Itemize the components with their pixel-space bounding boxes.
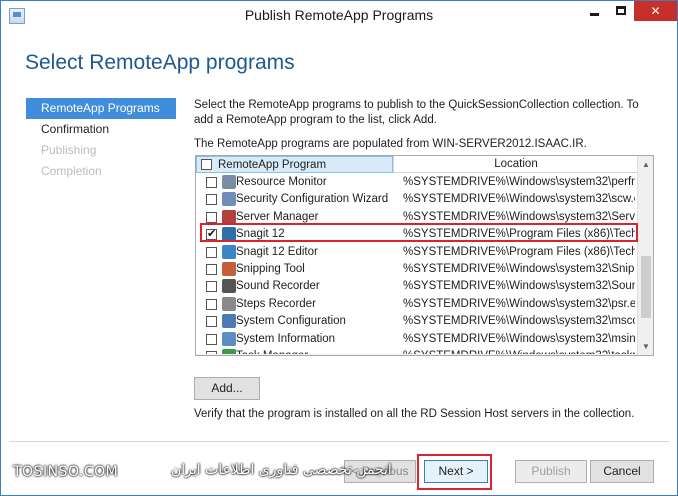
title-bar: Publish RemoteApp Programs ✕ bbox=[1, 1, 677, 31]
dialog-window: Publish RemoteApp Programs ✕ Select Remo… bbox=[0, 0, 678, 496]
system-config-icon bbox=[222, 314, 236, 329]
snagit-icon bbox=[222, 227, 236, 242]
row-program-name: System Information bbox=[236, 332, 336, 345]
row-checkbox[interactable] bbox=[206, 298, 217, 310]
column-header-program[interactable]: RemoteApp Program bbox=[196, 156, 393, 173]
row-program-name: Snagit 12 bbox=[236, 228, 285, 241]
list-item[interactable]: Snagit 12 Editor %SYSTEMDRIVE%\Program Fi… bbox=[196, 244, 637, 261]
maximize-button[interactable] bbox=[608, 1, 634, 21]
verify-note: Verify that the program is installed on … bbox=[194, 408, 635, 420]
system-info-icon bbox=[222, 331, 236, 346]
list-item[interactable]: Server Manager %SYSTEMDRIVE%\Windows\syst… bbox=[196, 209, 637, 226]
server-manager-icon bbox=[222, 209, 236, 224]
list-header: RemoteApp Program Location bbox=[196, 156, 637, 173]
row-location: %SYSTEMDRIVE%\Windows\system32\msconfi..… bbox=[403, 315, 635, 328]
row-location: %SYSTEMDRIVE%\Windows\system32\SoundRe..… bbox=[403, 280, 635, 293]
list-item[interactable]: Snipping Tool %SYSTEMDRIVE%\Windows\syste… bbox=[196, 261, 637, 278]
column-header-location[interactable]: Location bbox=[393, 156, 637, 173]
footer-divider bbox=[9, 441, 669, 442]
row-checkbox[interactable] bbox=[206, 227, 217, 241]
row-program-name: Steps Recorder bbox=[236, 297, 316, 310]
scroll-left-icon[interactable]: ◀ bbox=[196, 354, 212, 355]
row-checkbox[interactable] bbox=[206, 177, 217, 188]
row-program-name: Server Manager bbox=[236, 210, 319, 223]
scroll-right-icon[interactable]: ▶ bbox=[621, 354, 637, 355]
row-location: %SYSTEMDRIVE%\Windows\system32\ServerM..… bbox=[403, 210, 635, 223]
row-program-name: Snipping Tool bbox=[236, 263, 305, 275]
list-item[interactable]: Steps Recorder %SYSTEMDRIVE%\Windows\syst… bbox=[196, 296, 637, 313]
watermark-site: TOSINSO.COM bbox=[13, 464, 119, 480]
row-program-name: Snagit 12 Editor bbox=[236, 245, 318, 258]
row-location: %SYSTEMDRIVE%\Program Files (x86)\TechSm… bbox=[403, 245, 635, 258]
select-all-checkbox[interactable] bbox=[201, 159, 212, 170]
nav-item-completion: Completion bbox=[41, 164, 102, 178]
minimize-button[interactable] bbox=[582, 1, 608, 21]
populated-from-text: The RemoteApp programs are populated fro… bbox=[194, 138, 587, 150]
row-checkbox[interactable] bbox=[206, 264, 217, 275]
row-checkbox[interactable] bbox=[206, 281, 217, 293]
close-icon: ✕ bbox=[650, 4, 661, 18]
page-title: Select RemoteApp programs bbox=[25, 51, 295, 74]
row-location: %SYSTEMDRIVE%\Program Files (x86)\TechSm… bbox=[403, 228, 635, 241]
nav-item-publishing: Publishing bbox=[41, 143, 97, 157]
microphone-icon bbox=[222, 279, 236, 294]
vertical-scrollbar[interactable]: ▲ ▼ bbox=[637, 156, 653, 355]
nav-item-remoteapp-programs[interactable]: RemoteApp Programs bbox=[26, 98, 176, 119]
add-button[interactable]: Add... bbox=[194, 377, 260, 400]
row-location: %SYSTEMDRIVE%\Windows\system32\perfmon..… bbox=[403, 176, 635, 188]
nav-item-confirmation[interactable]: Confirmation bbox=[26, 119, 176, 140]
scroll-up-icon[interactable]: ▲ bbox=[638, 156, 653, 173]
row-program-name: Sound Recorder bbox=[236, 280, 320, 293]
snagit-editor-icon bbox=[222, 244, 236, 259]
list-item[interactable]: System Information %SYSTEMDRIVE%\Windows\… bbox=[196, 331, 637, 348]
row-location: %SYSTEMDRIVE%\Windows\system32\psr.exe bbox=[403, 297, 635, 310]
remoteapp-list[interactable]: RemoteApp Program Location Resource Moni… bbox=[195, 155, 654, 356]
row-checkbox[interactable] bbox=[206, 194, 217, 206]
row-program-name: Resource Monitor bbox=[236, 176, 327, 188]
minimize-icon bbox=[590, 13, 599, 16]
horizontal-scrollbar[interactable]: ◀ ▶ bbox=[196, 354, 637, 355]
list-item[interactable]: Security Configuration Wizard %SYSTEMDRIV… bbox=[196, 191, 637, 208]
column-header-location-label: Location bbox=[494, 158, 538, 170]
list-item[interactable]: Sound Recorder %SYSTEMDRIVE%\Windows\syst… bbox=[196, 278, 637, 295]
description-text: Select the RemoteApp programs to publish… bbox=[194, 99, 639, 126]
column-header-program-label: RemoteApp Program bbox=[218, 159, 327, 171]
row-checkbox[interactable] bbox=[206, 333, 217, 345]
watermark-text: انجمن تخصصی فناوری اطلاعات ایران bbox=[171, 462, 392, 478]
resource-monitor-icon bbox=[222, 175, 236, 189]
publish-button: Publish bbox=[515, 460, 587, 483]
vertical-scroll-thumb[interactable] bbox=[641, 256, 651, 318]
row-program-name: Task Manager bbox=[236, 350, 309, 356]
window-title: Publish RemoteApp Programs bbox=[244, 7, 434, 23]
row-location: %SYSTEMDRIVE%\Windows\system32\scw.exe bbox=[403, 193, 635, 206]
row-program-name: Security Configuration Wizard bbox=[236, 193, 389, 206]
row-program-name: System Configuration bbox=[236, 315, 346, 328]
row-checkbox[interactable] bbox=[206, 246, 217, 258]
maximize-icon bbox=[616, 6, 626, 15]
scroll-down-icon[interactable]: ▼ bbox=[638, 338, 653, 355]
row-checkbox[interactable] bbox=[206, 211, 217, 223]
cancel-button[interactable]: Cancel bbox=[590, 460, 654, 483]
row-checkbox[interactable] bbox=[206, 316, 217, 328]
row-location: %SYSTEMDRIVE%\Windows\system32\msinfo3..… bbox=[403, 332, 635, 345]
close-button[interactable]: ✕ bbox=[634, 1, 677, 21]
row-location: %SYSTEMDRIVE%\Windows\system32\taskmgr..… bbox=[403, 350, 635, 356]
list-item[interactable]: Resource Monitor %SYSTEMDRIVE%\Windows\sy… bbox=[196, 174, 637, 191]
steps-recorder-icon bbox=[222, 296, 236, 311]
wizard-nav: RemoteApp Programs Confirmation Publishi… bbox=[26, 98, 176, 182]
next-button[interactable]: Next > bbox=[424, 460, 488, 483]
security-wizard-icon bbox=[222, 192, 236, 207]
snipping-tool-icon bbox=[222, 262, 236, 276]
list-item[interactable]: Snagit 12 %SYSTEMDRIVE%\Program Files (x8… bbox=[196, 226, 637, 243]
row-location: %SYSTEMDRIVE%\Windows\system32\Snipping.… bbox=[403, 263, 635, 275]
list-item[interactable]: System Configuration %SYSTEMDRIVE%\Window… bbox=[196, 313, 637, 330]
